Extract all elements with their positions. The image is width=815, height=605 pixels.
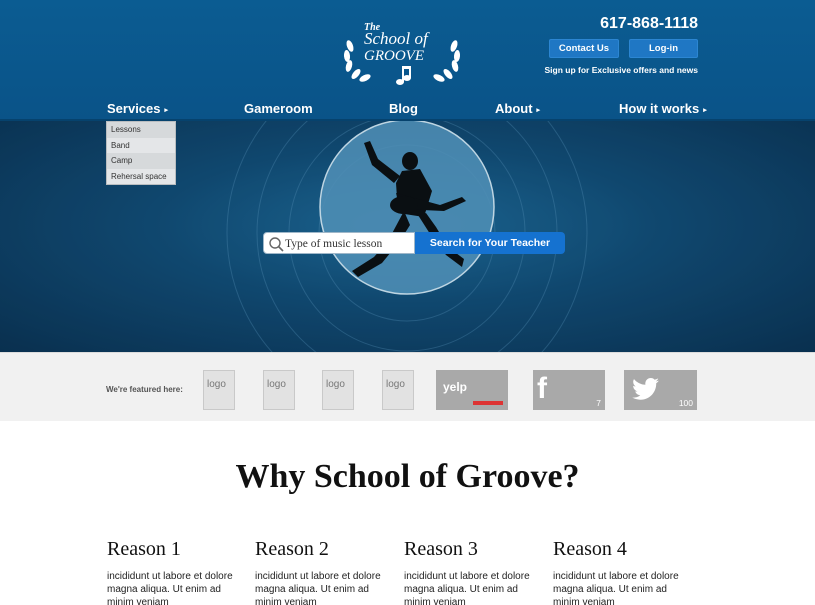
twitter-bird-icon — [632, 378, 659, 400]
featured-bar: We're featured here: logo logo logo logo… — [0, 352, 815, 421]
dropdown-item-rehearsal-space[interactable]: Rehersal space — [107, 168, 175, 184]
search-icon — [269, 237, 284, 252]
signup-link[interactable]: Sign up for Exclusive offers and news — [510, 65, 698, 75]
search-teacher-button[interactable]: Search for Your Teacher — [415, 232, 565, 254]
reason-text: incididunt ut labore et dolore magna ali… — [553, 571, 679, 605]
rating-stars-icon — [473, 401, 503, 405]
featured-logo-4[interactable]: logo — [382, 370, 414, 410]
logo-text-bottom: GROOVE — [364, 48, 424, 64]
reason-card: Reason 3 incididunt ut labore et dolore … — [404, 538, 534, 605]
facebook-icon: f — [537, 372, 547, 405]
reason-card: Reason 1 incididunt ut labore et dolore … — [107, 538, 237, 605]
dropdown-item-lessons[interactable]: Lessons — [107, 122, 175, 138]
dropdown-item-band[interactable]: Band — [107, 137, 175, 153]
reason-card: Reason 4 incididunt ut labore et dolore … — [553, 538, 683, 605]
school-of-groove-logo[interactable]: The School of GROOVE — [336, 14, 468, 88]
nav-about[interactable]: About ▸ — [495, 101, 540, 116]
reason-card: Reason 2 incididunt ut labore et dolore … — [255, 538, 385, 605]
login-button[interactable]: Log-in — [629, 39, 698, 58]
facebook-link[interactable]: f 7 — [533, 370, 605, 410]
twitter-link[interactable]: 100 — [624, 370, 697, 410]
contact-us-button[interactable]: Contact Us — [549, 39, 619, 58]
search-input[interactable] — [285, 235, 413, 252]
chevron-right-icon: ▸ — [536, 107, 541, 114]
featured-logo-3[interactable]: logo — [322, 370, 354, 410]
nav-services[interactable]: Services ▸ — [107, 101, 168, 116]
reason-title: Reason 1 — [107, 538, 181, 560]
nav-services-label: Services — [107, 101, 161, 116]
dropdown-item-camp[interactable]: Camp — [107, 153, 175, 169]
nav-how-label: How it works — [619, 101, 700, 116]
reason-text: incididunt ut labore et dolore magna ali… — [255, 571, 381, 605]
featured-label: We're featured here: — [106, 385, 183, 394]
logo-placeholder-text: logo — [386, 379, 405, 390]
nav-gameroom[interactable]: Gameroom — [244, 101, 313, 116]
logo-placeholder-text: logo — [207, 379, 226, 390]
phone-number[interactable]: 617-868-1118 — [560, 15, 698, 33]
logo-placeholder-text: logo — [267, 379, 286, 390]
reason-title: Reason 3 — [404, 538, 478, 560]
reason-title: Reason 4 — [553, 538, 627, 560]
logo-text-mid: School of — [364, 29, 430, 48]
services-dropdown: Lessons Band Camp Rehersal space — [106, 121, 176, 185]
reason-text: incididunt ut labore et dolore magna ali… — [107, 571, 233, 605]
reason-text: incididunt ut labore et dolore magna ali… — [404, 571, 530, 605]
nav-how-it-works[interactable]: How it works ▸ — [619, 101, 707, 116]
why-title: Why School of Groove? — [235, 458, 580, 495]
search-box — [263, 232, 415, 254]
yelp-link[interactable]: yelp — [436, 370, 508, 410]
facebook-count: 7 — [596, 398, 601, 408]
chevron-right-icon: ▸ — [703, 107, 707, 114]
twitter-count: 100 — [678, 398, 693, 408]
reason-title: Reason 2 — [255, 538, 329, 560]
logo-placeholder-text: logo — [326, 379, 345, 390]
nav-about-label: About — [495, 101, 533, 116]
site-header: The School of GROOVE 617-868-1118 Contac… — [0, 0, 815, 121]
yelp-logo-icon: yelp — [443, 380, 468, 394]
chevron-right-icon: ▸ — [164, 107, 169, 114]
featured-logo-2[interactable]: logo — [263, 370, 295, 410]
teacher-search: Search for Your Teacher — [263, 232, 565, 254]
nav-blog[interactable]: Blog — [389, 101, 418, 116]
featured-logo-1[interactable]: logo — [203, 370, 235, 410]
